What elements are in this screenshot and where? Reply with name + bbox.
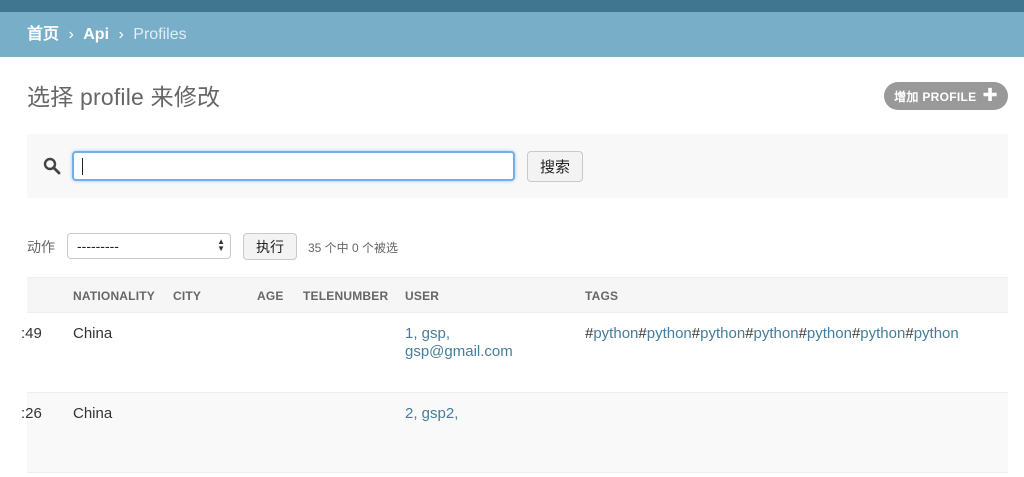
tag-hash: # <box>638 325 647 342</box>
breadcrumb-app-link[interactable]: Api <box>83 26 109 43</box>
select-arrows-icon: ▲ ▼ <box>217 237 225 253</box>
breadcrumb: 首页 › Api › Profiles <box>0 12 1024 57</box>
breadcrumb-home-link[interactable]: 首页 <box>27 26 59 43</box>
table-header: NATIONALITY CITY AGE TELENUMBER USER TAG… <box>27 277 1008 313</box>
table-row: :49 China 1, gsp, gsp@gmail.com #python#… <box>21 313 1008 393</box>
header-bar <box>0 0 1024 12</box>
time-cell: :26 <box>21 405 42 422</box>
user-link[interactable]: 2, gsp2, <box>405 405 458 422</box>
tag-link[interactable]: python <box>593 325 638 342</box>
add-profile-button[interactable]: 增加 PROFILE ✚ <box>884 82 1008 110</box>
time-cell: :49 <box>21 325 42 342</box>
tag-hash: # <box>691 325 701 342</box>
search-icon <box>43 157 61 175</box>
actions-label: 动作 <box>27 239 55 255</box>
column-header-age[interactable]: AGE <box>257 289 284 303</box>
run-action-button[interactable]: 执行 <box>243 233 297 260</box>
page-title: 选择 profile 来修改 <box>27 84 221 110</box>
column-header-city[interactable]: CITY <box>173 289 201 303</box>
search-toolbar: 搜索 <box>27 134 1008 198</box>
selection-counter: 35 个中 0 个被选 <box>308 241 399 255</box>
breadcrumb-current: Profiles <box>133 26 187 43</box>
tag-link[interactable]: python <box>700 325 745 342</box>
add-profile-label: 增加 PROFILE <box>894 89 977 104</box>
tags-cell: #python#python#python#python#python#pyth… <box>585 325 959 343</box>
user-email-link[interactable]: gsp@gmail.com <box>405 343 513 360</box>
tag-link[interactable]: python <box>807 325 852 342</box>
user-cell: 1, gsp, gsp@gmail.com <box>405 325 513 361</box>
tag-link[interactable]: python <box>914 325 959 342</box>
tag-hash: # <box>905 325 914 342</box>
nationality-cell: China <box>73 325 113 342</box>
breadcrumb-separator: › <box>118 26 124 43</box>
user-cell: 2, gsp2, <box>405 405 458 423</box>
results-table: NATIONALITY CITY AGE TELENUMBER USER TAG… <box>21 277 1008 473</box>
tag-link[interactable]: python <box>754 325 799 342</box>
tag-hash: # <box>798 325 807 342</box>
action-select[interactable]: --------- ▲ ▼ <box>67 233 231 259</box>
action-select-value: --------- <box>77 238 119 254</box>
tag-hash: # <box>745 325 754 342</box>
table-row: :26 China 2, gsp2, <box>21 393 1008 473</box>
user-link[interactable]: 1, gsp, <box>405 325 450 342</box>
tag-link[interactable]: python <box>647 325 692 342</box>
column-header-telenumber[interactable]: TELENUMBER <box>303 289 388 303</box>
search-input[interactable] <box>72 151 515 181</box>
column-header-user[interactable]: USER <box>405 289 439 303</box>
column-header-nationality[interactable]: NATIONALITY <box>73 289 155 303</box>
tag-link[interactable]: python <box>860 325 905 342</box>
column-header-tags[interactable]: TAGS <box>585 289 618 303</box>
plus-icon: ✚ <box>982 85 998 105</box>
breadcrumb-separator: › <box>68 26 74 43</box>
text-caret <box>82 158 83 175</box>
nationality-cell: China <box>73 405 113 422</box>
search-button[interactable]: 搜索 <box>527 151 583 182</box>
